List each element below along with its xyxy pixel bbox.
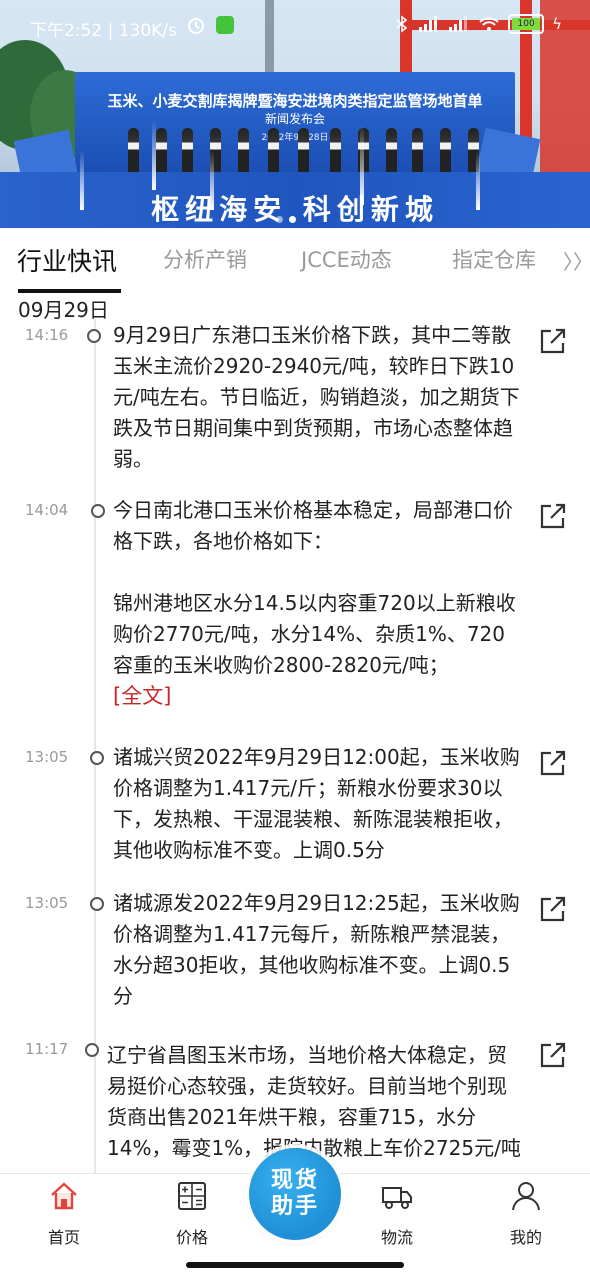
battery-level: 100 [512, 18, 541, 30]
share-icon[interactable] [538, 501, 568, 531]
timeline-dot [90, 897, 104, 911]
wechat-icon [216, 16, 234, 38]
news-time: 14:04 [25, 501, 69, 519]
category-tabs: 行业快讯 分析产销 JCCE动态 指定仓库 〉〉 [0, 228, 590, 293]
status-icons: 100 ϟ [394, 14, 562, 34]
share-icon[interactable] [538, 326, 568, 356]
tab-jcce-news[interactable]: JCCE动态 [301, 244, 392, 274]
timeline-dot [90, 751, 104, 765]
news-time: 13:05 [25, 748, 69, 766]
share-icon[interactable] [538, 894, 568, 924]
full-text-link[interactable]: [全文] [113, 681, 523, 712]
charging-icon: ϟ [552, 15, 562, 33]
backdrop-subtitle: 新闻发布会 [264, 112, 325, 126]
home-indicator[interactable] [186, 1262, 404, 1268]
news-text[interactable]: 今日南北港口玉米价格基本稳定，局部港口价格下跌，各地价格如下： 锦州港地区水分1… [113, 495, 523, 712]
spot-assistant-line1: 现货 [270, 1168, 319, 1193]
nav-price-label: 价格 [175, 1228, 208, 1247]
status-bar: 下午2:52 | 130K/s 100 ϟ [0, 0, 590, 52]
nav-mine-label: 我的 [509, 1228, 542, 1247]
news-text[interactable]: 诸城兴贸2022年9月29日12:00起，玉米收购价格调整为1.417元/斤；新… [113, 742, 523, 866]
speakers-group [120, 128, 490, 176]
backdrop-title: 玉米、小麦交割库揭牌暨海安进境肉类指定监管场地首单 [107, 92, 483, 110]
truck-icon [382, 1187, 412, 1209]
share-icon[interactable] [538, 1040, 568, 1070]
news-text[interactable]: 辽宁省昌图玉米市场，当地价格大体稳定，贸易挺价心态较强，走货较好。目前当地个别现… [107, 1040, 525, 1164]
nav-home-label: 首页 [47, 1228, 80, 1247]
wifi-icon [479, 17, 499, 31]
timeline-dot [91, 504, 105, 518]
news-time: 14:16 [25, 326, 69, 344]
news-time: 13:05 [25, 894, 69, 912]
nav-home[interactable]: 首页 [24, 1174, 104, 1248]
carousel-indicator[interactable] [276, 208, 302, 227]
status-time: 下午2:52 | 130K/s [30, 21, 177, 41]
home-icon [51, 1182, 77, 1210]
share-icon[interactable] [538, 748, 568, 778]
tab-designated-warehouse[interactable]: 指定仓库 [452, 244, 536, 274]
spot-assistant-line2: 助手 [270, 1194, 319, 1219]
user-icon [512, 1182, 540, 1211]
signal-icon [419, 16, 438, 32]
tab-industry-news[interactable]: 行业快讯 [17, 242, 117, 278]
nav-mine[interactable]: 我的 [486, 1174, 566, 1248]
feed-date-header: 09月29日 [18, 298, 109, 322]
timeline-dot [85, 1043, 99, 1057]
nav-logistics[interactable]: 物流 [357, 1174, 437, 1248]
active-tab-underline [18, 289, 121, 293]
more-tabs-icon[interactable]: 〉〉 [563, 246, 590, 275]
nav-logistics-label: 物流 [380, 1228, 413, 1247]
timeline-dot [87, 329, 101, 343]
news-text[interactable]: 诸城源发2022年9月29日12:25起，玉米收购价格调整为1.417元每斤，新… [113, 888, 523, 1012]
nav-price[interactable]: 价格 [152, 1174, 232, 1248]
news-text[interactable]: 9月29日广东港口玉米价格下跌，其中二等散玉米主流价2920-2940元/吨，较… [113, 320, 523, 475]
calculator-icon [178, 1182, 206, 1210]
bluetooth-icon [396, 15, 408, 33]
spot-assistant-button[interactable]: 现货 助手 [249, 1148, 341, 1240]
tab-analysis[interactable]: 分析产销 [163, 244, 247, 274]
battery-icon: 100 [508, 14, 545, 34]
news-time: 11:17 [25, 1040, 69, 1058]
alarm-icon [186, 15, 206, 39]
signal-icon [449, 16, 468, 32]
